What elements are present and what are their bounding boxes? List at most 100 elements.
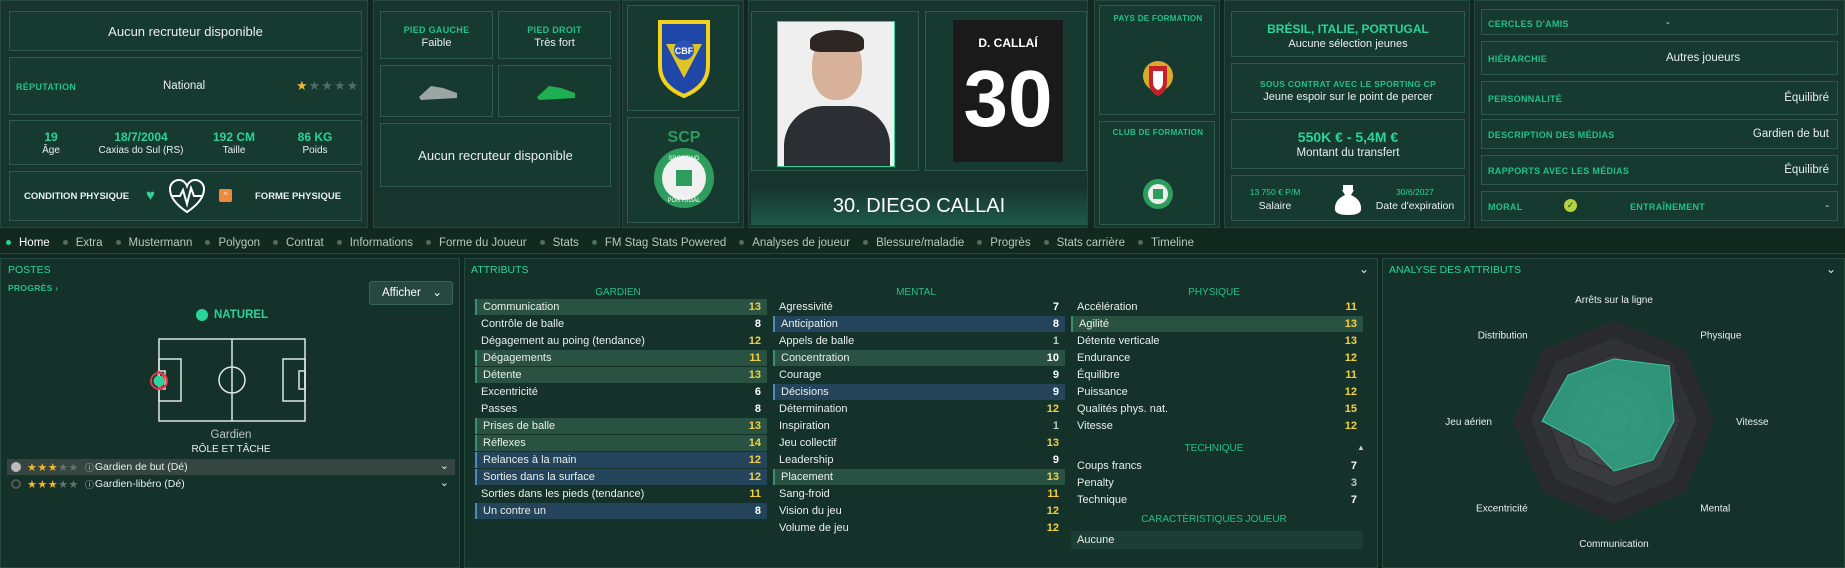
info-row-media-rel[interactable]: RAPPORTS AVEC LES MÉDIAS Équilibré [1481, 155, 1838, 185]
recruiter-text: Aucun recruteur disponible [108, 24, 263, 39]
physical-attribute-row[interactable]: Puissance 12 [1071, 384, 1363, 400]
weight-label: Poids [302, 145, 328, 156]
gk-position-marker[interactable] [149, 371, 169, 391]
radar-axis-label: Physique [1700, 331, 1742, 342]
tab-analyses[interactable]: Analyses de joueur [739, 237, 850, 249]
tab-informations[interactable]: Informations [336, 237, 413, 249]
role-row-1[interactable]: ★★★★★ ⓘ Gardien de but (Dé) ⌄ [7, 459, 455, 475]
mental-attribute-row[interactable]: Concentration 10 [773, 350, 1065, 366]
progress-link[interactable]: PROGRÈS › [8, 283, 58, 293]
portugal-text: PORTUGAL [668, 198, 702, 204]
technical-attribute-row[interactable]: Coups francs 7 [1071, 458, 1363, 474]
attributes-collapse-icon[interactable]: ⌄ [1359, 262, 1369, 276]
tab-label: Analyses de joueur [752, 236, 851, 249]
radio-selected-icon[interactable] [11, 462, 21, 472]
info-row-hierarchy[interactable]: HIÉRARCHIE Autres joueurs [1481, 41, 1838, 75]
mental-attribute-row[interactable]: Placement 13 [773, 469, 1065, 485]
attribute-name: Sorties dans la surface [483, 471, 595, 483]
right-foot-value: Très fort [534, 37, 575, 49]
gk-attribute-row[interactable]: Détente 13 [475, 367, 767, 383]
mental-attribute-row[interactable]: Courage 9 [773, 367, 1065, 383]
tab-stats-carriere[interactable]: Stats carrière [1043, 237, 1125, 249]
gk-attribute-row[interactable]: Dégagements 11 [475, 350, 767, 366]
attribute-value: 1 [1052, 420, 1059, 432]
tab-bar: Home Extra Mustermann Polygon Contrat In… [0, 232, 1845, 254]
gk-attribute-row[interactable]: Dégagement au poing (tendance) 12 [475, 333, 767, 349]
left-boot-box [380, 65, 493, 117]
mental-attribute-row[interactable]: Détermination 12 [773, 401, 1065, 417]
gk-attribute-row[interactable]: Contrôle de balle 8 [475, 316, 767, 332]
gk-attribute-row[interactable]: Prises de balle 13 [475, 418, 767, 434]
weight-stat: 86 KG Poids [272, 130, 358, 156]
physical-attribute-row[interactable]: Qualités phys. nat. 15 [1071, 401, 1363, 417]
tab-polygon[interactable]: Polygon [205, 237, 260, 249]
physical-attribute-row[interactable]: Équilibre 11 [1071, 367, 1363, 383]
tab-fm-stag[interactable]: FM Stag Stats Powered [591, 237, 726, 249]
chevron-down-icon[interactable]: ⌄ [440, 459, 449, 472]
contract-value: Jeune espoir sur le point de percer [1263, 91, 1433, 103]
physical-attribute-row[interactable]: Agilité 13 [1071, 316, 1363, 332]
mental-attribute-row[interactable]: Leadership 9 [773, 452, 1065, 468]
technical-attribute-row[interactable]: Technique 7 [1071, 492, 1363, 508]
gk-attribute-row[interactable]: Excentricité 6 [475, 384, 767, 400]
info-row-morale[interactable]: MORAL ✓ ENTRAÎNEMENT - [1481, 191, 1838, 221]
afficher-button[interactable]: Afficher ⌄ [369, 281, 453, 305]
attribute-value: 12 [1344, 352, 1357, 364]
physical-attribute-row[interactable]: Vitesse 12 [1071, 418, 1363, 434]
attribute-name: Vision du jeu [779, 505, 842, 517]
mental-attribute-row[interactable]: Inspiration 1 [773, 418, 1065, 434]
attribute-value: 9 [1052, 454, 1059, 466]
gk-attribute-row[interactable]: Relances à la main 12 [475, 452, 767, 468]
gk-attribute-row[interactable]: Passes 8 [475, 401, 767, 417]
mental-attribute-row[interactable]: Décisions 9 [773, 384, 1065, 400]
chevron-down-icon[interactable]: ⌄ [440, 476, 449, 489]
physical-attribute-row[interactable]: Accélération 11 [1071, 299, 1363, 315]
gk-attribute-row[interactable]: Réflexes 14 [475, 435, 767, 451]
mental-attribute-row[interactable]: Agressivité 7 [773, 299, 1065, 315]
radio-icon[interactable] [11, 479, 21, 489]
tab-label: Home [19, 236, 50, 249]
gk-attribute-row[interactable]: Sorties dans les pieds (tendance) 11 [475, 486, 767, 502]
radar-axis-label: Communication [1579, 539, 1648, 550]
mental-attribute-row[interactable]: Appels de balle 1 [773, 333, 1065, 349]
tab-stats[interactable]: Stats [539, 237, 579, 249]
tab-dot [539, 240, 545, 245]
physical-attribute-row[interactable]: Endurance 12 [1071, 350, 1363, 366]
tab-extra[interactable]: Extra [62, 237, 103, 249]
physical-attribute-row[interactable]: Détente verticale 13 [1071, 333, 1363, 349]
tab-mustermann[interactable]: Mustermann [115, 237, 192, 249]
info-icon[interactable]: ⓘ [85, 461, 94, 474]
tab-dot [62, 240, 68, 245]
info-row-media-desc[interactable]: DESCRIPTION DES MÉDIAS Gardien de but [1481, 119, 1838, 149]
hierarchy-value: Autres joueurs [1666, 52, 1741, 64]
friends-label: CERCLES D'AMIS [1488, 19, 1569, 29]
mental-attribute-row[interactable]: Vision du jeu 12 [773, 503, 1065, 519]
tab-forme[interactable]: Forme du Joueur [426, 237, 527, 249]
tab-home[interactable]: Home [6, 237, 50, 249]
info-icon[interactable]: ⓘ [85, 478, 94, 491]
friends-value: - [1666, 17, 1670, 29]
age-value: 19 [44, 130, 58, 144]
gk-attribute-row[interactable]: Communication 13 [475, 299, 767, 315]
training-value: - [1825, 200, 1829, 212]
tab-label: Forme du Joueur [439, 236, 527, 249]
info-row-friends[interactable]: CERCLES D'AMIS - [1481, 9, 1838, 35]
tab-timeline[interactable]: Timeline [1137, 237, 1194, 249]
mental-attribute-row[interactable]: Volume de jeu 12 [773, 520, 1065, 536]
gk-attribute-row[interactable]: Sorties dans la surface 12 [475, 469, 767, 485]
role-row-2[interactable]: ★★★★★ ⓘ Gardien-libéro (Dé) ⌄ [7, 476, 455, 492]
tab-contrat[interactable]: Contrat [273, 237, 324, 249]
mental-attribute-row[interactable]: Jeu collectif 13 [773, 435, 1065, 451]
attribute-value: 9 [1052, 369, 1059, 381]
tab-progres[interactable]: Progrès [977, 237, 1031, 249]
gk-attribute-row[interactable]: Un contre un 8 [475, 503, 767, 519]
tab-blessure[interactable]: Blessure/maladie [863, 237, 964, 249]
attribute-value: 8 [1052, 318, 1059, 330]
technical-attribute-row[interactable]: Penalty 3 [1071, 475, 1363, 491]
mental-attribute-row[interactable]: Sang-froid 11 [773, 486, 1065, 502]
mental-attribute-row[interactable]: Anticipation 8 [773, 316, 1065, 332]
collapse-up-icon[interactable]: ▲ [1357, 443, 1365, 452]
personality-label: PERSONNALITÉ [1488, 94, 1563, 104]
condition-label: CONDITION PHYSIQUE [24, 191, 130, 202]
info-row-personality[interactable]: PERSONNALITÉ Équilibré [1481, 81, 1838, 115]
